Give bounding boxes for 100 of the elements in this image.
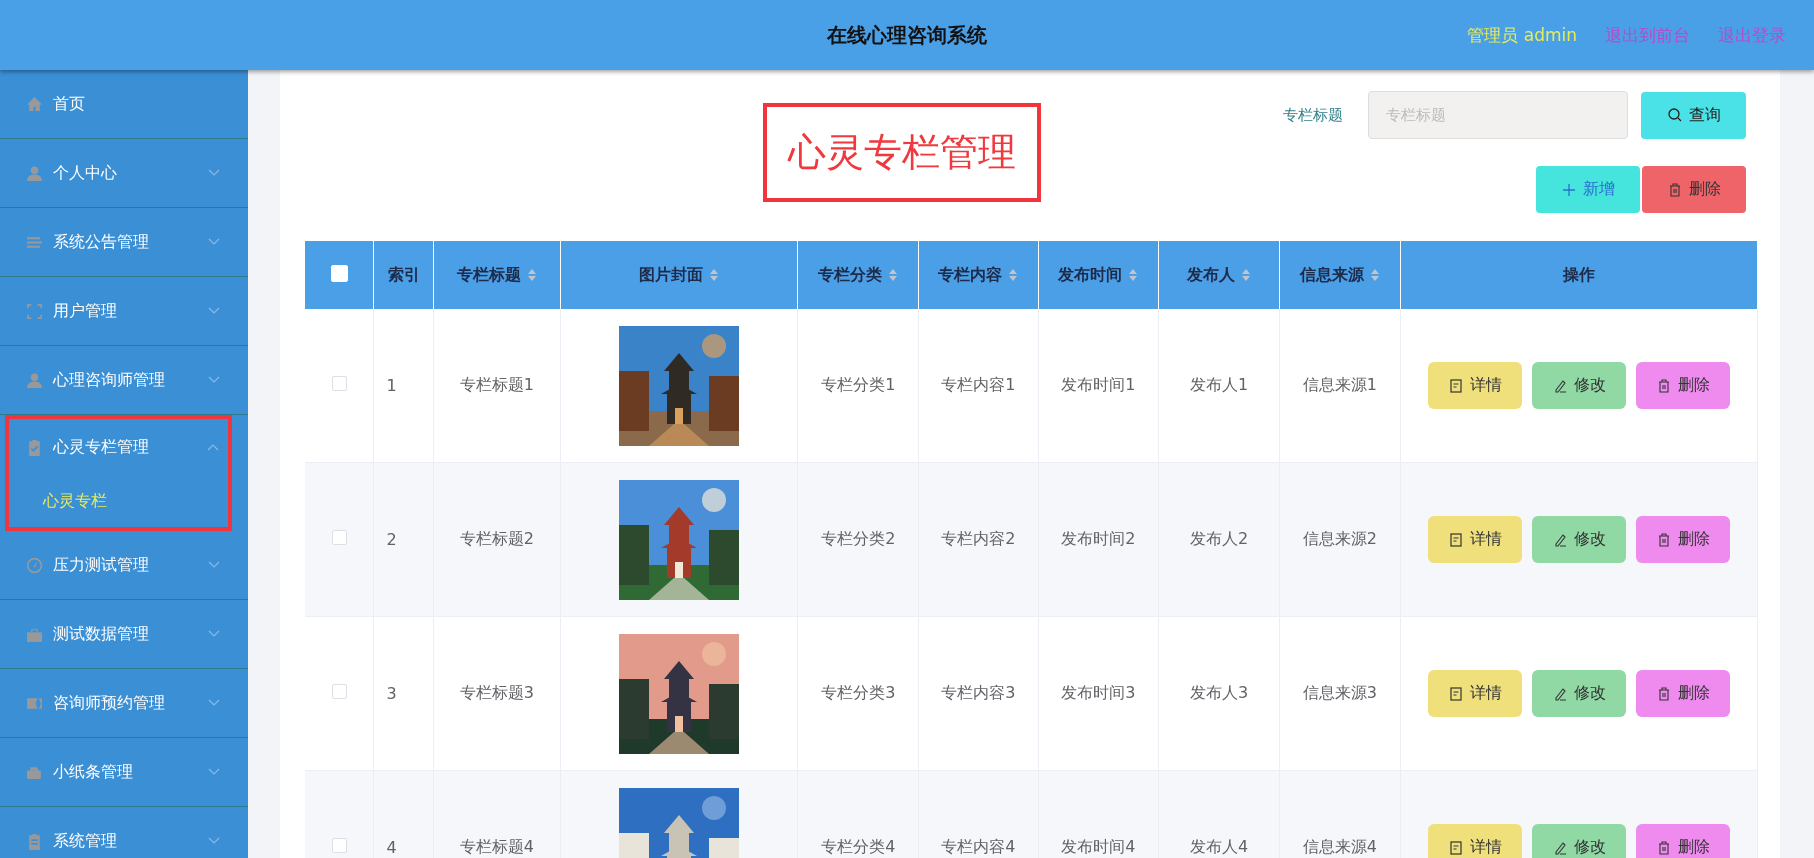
table-cell: 信息来源2 [1302,529,1377,548]
detail-button[interactable]: 详情 [1427,670,1522,717]
trash-icon [1667,181,1683,198]
delete-button[interactable]: 删除 [1635,824,1730,858]
app-title: 在线心理咨询系统 [827,22,987,47]
table-cell: 发布时间1 [1061,375,1136,394]
detail-icon [1447,377,1464,394]
table-cell: 信息来源4 [1302,837,1377,856]
table-cell: 信息来源1 [1302,375,1377,394]
detail-button[interactable]: 详情 [1427,516,1522,563]
menu-item[interactable]: 心理咨询师管理 [0,346,248,414]
row-checkbox[interactable] [331,684,347,699]
table-cell: 1 [386,376,397,395]
chevron-down-icon [208,169,220,177]
chevron-down-icon [208,768,220,776]
detail-icon [1447,531,1464,548]
detail-icon [1447,685,1464,702]
search-button[interactable]: 查询 [1641,91,1746,139]
menu-item[interactable]: 小纸条管理 [0,738,248,806]
menu-item[interactable]: 咨询师预约管理 [0,669,248,737]
sort-icon[interactable] [1241,268,1252,282]
sort-icon[interactable] [1369,268,1380,282]
table-cell: 专栏分类4 [821,837,896,856]
delete-button[interactable]: 删除 [1635,362,1730,409]
detail-button[interactable]: 详情 [1427,824,1522,858]
menu-item[interactable]: 测试数据管理 [0,600,248,668]
column-header: 专栏标题 [456,264,521,286]
search-field[interactable]: 专栏标题 [1368,91,1628,139]
chevron-up-icon [207,443,219,451]
menu-item-icon [26,371,43,389]
table-cell: 专栏标题1 [459,375,534,394]
search-icon [1666,107,1683,123]
add-button[interactable]: 新增 [1536,166,1640,213]
column-header: 发布时间 [1058,264,1123,286]
menu-item[interactable]: 心灵专栏管理 [9,419,228,475]
table-cell: 发布人2 [1190,529,1249,548]
column-header: 专栏分类 [818,264,883,286]
menu-item-icon [26,556,43,574]
table-cell: 发布时间3 [1061,683,1136,702]
chevron-down-icon [208,837,220,845]
column-header: 索引 [387,264,420,286]
select-all-checkbox[interactable] [330,264,348,282]
chevron-down-icon [208,630,220,638]
chevron-down-icon [208,699,220,707]
page-title: 心灵专栏管理 [763,103,1041,202]
plus-icon [1561,181,1577,198]
menu-item[interactable]: 系统管理 [0,807,248,858]
row-checkbox[interactable] [331,530,347,545]
delete-button[interactable]: 删除 [1635,516,1730,563]
menu-item[interactable]: 用户管理 [0,277,248,345]
menu-item-icon [26,438,43,456]
delete-button[interactable]: 删除 [1635,670,1730,717]
detail-icon [1447,839,1464,856]
column-header: 图片封面 [639,264,703,286]
table-cell: 专栏标题3 [459,683,534,702]
table-cell: 专栏内容3 [941,683,1016,702]
submenu-item[interactable]: 心灵专栏 [9,475,228,527]
sort-icon[interactable] [1008,268,1019,282]
menu-item[interactable]: 个人中心 [0,139,248,207]
table-cell: 专栏分类1 [821,375,896,394]
menu-item-icon [26,95,43,113]
delete-button[interactable]: 删除 [1642,166,1746,213]
table-cell: 专栏内容2 [941,529,1016,548]
menu-item[interactable]: 系统公告管理 [0,208,248,276]
table-cell: 发布人3 [1190,683,1249,702]
table-cell: 专栏分类3 [821,683,896,702]
edit-button[interactable]: 修改 [1531,516,1626,563]
table-cell: 专栏标题2 [459,529,534,548]
menu-item-icon [26,302,43,320]
column-header: 操作 [1562,264,1595,286]
sort-icon[interactable] [709,268,719,282]
table-cell: 专栏内容1 [941,375,1016,394]
table-cell: 2 [386,530,397,549]
menu-item[interactable]: 压力测试管理 [0,531,248,599]
column-header: 信息来源 [1299,264,1364,286]
table-cell: 发布时间2 [1061,529,1136,548]
table-cell: 发布时间4 [1061,837,1136,856]
edit-button[interactable]: 修改 [1531,362,1626,409]
table-cell: 发布人1 [1190,375,1249,394]
chevron-down-icon [208,561,220,569]
table-cell: 4 [386,838,397,857]
table-cell: 专栏标题4 [459,837,534,856]
sort-icon[interactable] [1128,268,1139,282]
sort-icon[interactable] [888,268,899,282]
menu-item[interactable]: 首页 [0,70,248,138]
chevron-down-icon [208,376,220,384]
user-label: 管理员 admin [1467,23,1577,47]
table-cell: 专栏分类2 [821,529,896,548]
detail-button[interactable]: 详情 [1427,362,1522,409]
row-checkbox[interactable] [331,376,347,391]
edit-button[interactable]: 修改 [1531,824,1626,858]
row-checkbox[interactable] [331,838,347,853]
column-header: 发布人 [1187,264,1236,286]
table-cell: 3 [386,684,397,703]
table-cell: 专栏内容4 [941,837,1016,856]
table-cell: 发布人4 [1190,837,1249,856]
sort-icon[interactable] [526,268,537,282]
search-label: 专栏标题 [1283,105,1343,125]
chevron-down-icon [208,307,220,315]
edit-button[interactable]: 修改 [1531,670,1626,717]
